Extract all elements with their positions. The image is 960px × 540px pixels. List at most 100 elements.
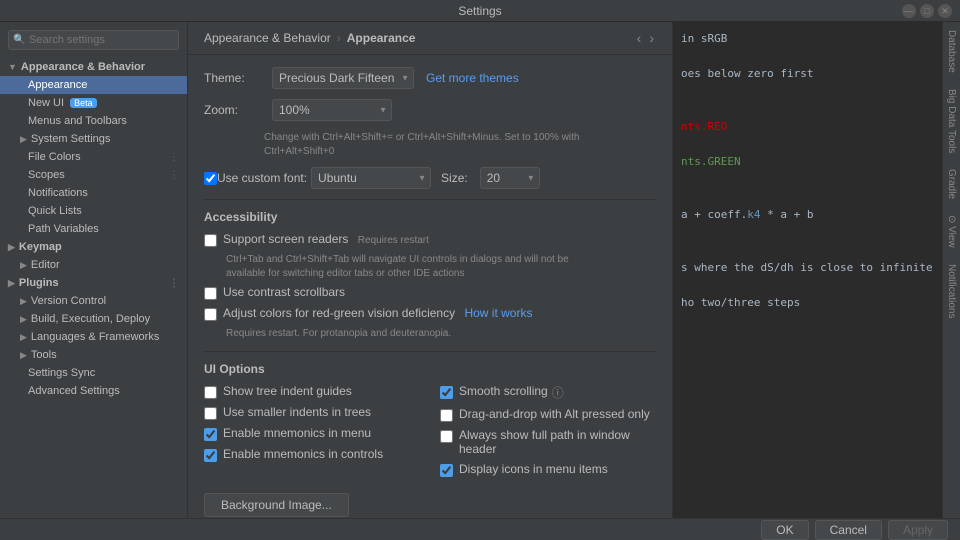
file-colors-icon: ⋮ [169, 152, 179, 163]
nav-section-editor[interactable]: ▶ Editor [0, 256, 187, 274]
settings-nav: 🔍 ▼ Appearance & Behavior Appearance New… [0, 22, 188, 518]
nav-section-languages[interactable]: ▶ Languages & Frameworks [0, 328, 187, 346]
nav-section-label: Appearance & Behavior [21, 61, 145, 73]
colorblind-row: Adjust colors for red-green vision defic… [204, 306, 656, 321]
tool-big-data[interactable]: Big Data Tools [944, 81, 959, 161]
smaller-indents-checkbox[interactable] [204, 407, 217, 420]
scopes-icon: ⋮ [169, 170, 179, 181]
theme-select-wrapper[interactable]: Precious Dark Fifteen [272, 67, 414, 89]
nav-section-keymap[interactable]: ▶ Keymap [0, 238, 187, 256]
background-image-button[interactable]: Background Image... [204, 493, 349, 517]
mnemonics-menu-checkbox[interactable] [204, 428, 217, 441]
mnemonics-controls-checkbox[interactable] [204, 449, 217, 462]
contrast-scrollbar-checkbox[interactable] [204, 287, 217, 300]
zoom-select[interactable]: 100% [272, 99, 392, 121]
smooth-scrolling-checkbox[interactable] [440, 386, 453, 399]
tool-gradle[interactable]: Gradle [944, 161, 959, 207]
search-icon: 🔍 [13, 35, 25, 46]
settings-content: Appearance & Behavior › Appearance ‹ › T… [188, 22, 672, 518]
nav-section-label: Version Control [31, 295, 106, 307]
settings-dialog: 🔍 ▼ Appearance & Behavior Appearance New… [0, 22, 960, 518]
chevron-down-icon: ▼ [8, 62, 17, 72]
nav-section-plugins[interactable]: ▶ Plugins ⋮ [0, 274, 187, 292]
title-bar-controls[interactable]: — □ ✕ [902, 4, 952, 18]
mnemonics-menu-label: Enable mnemonics in menu [223, 426, 371, 440]
mnemonics-controls-label: Enable mnemonics in controls [223, 447, 383, 461]
nav-item-label: Scopes [28, 169, 65, 181]
tool-notifications[interactable]: Notifications [944, 256, 959, 326]
colorblind-checkbox[interactable] [204, 308, 217, 321]
search-input[interactable] [8, 30, 179, 50]
nav-section-label: Editor [31, 259, 60, 271]
colorblind-desc: Requires restart. For protanopia and deu… [226, 327, 656, 341]
chevron-right-icon: ▶ [20, 350, 27, 361]
main-container: 🔍 ▼ Appearance & Behavior Appearance New… [0, 22, 960, 518]
right-tools: Database Big Data Tools Gradle ⊙ View No… [942, 22, 960, 518]
how-it-works-link[interactable]: How it works [464, 306, 532, 320]
code-content: in sRGB oes below zero first nts.RED nts… [673, 22, 942, 320]
zoom-label: Zoom: [204, 103, 264, 117]
get-more-themes-link[interactable]: Get more themes [426, 71, 519, 85]
nav-item-new-ui[interactable]: New UI Beta [0, 94, 187, 112]
zoom-select-wrapper[interactable]: 100% [272, 99, 392, 121]
font-size-select[interactable]: 20 [480, 167, 540, 189]
display-icons-checkbox[interactable] [440, 464, 453, 477]
custom-font-checkbox[interactable] [204, 172, 217, 185]
theme-row: Theme: Precious Dark Fifteen Get more th… [204, 67, 656, 89]
nav-section-version-control[interactable]: ▶ Version Control [0, 292, 187, 310]
breadcrumb-current: Appearance [347, 31, 416, 45]
font-select-wrapper[interactable]: Ubuntu [311, 167, 431, 189]
nav-item-menus-toolbars[interactable]: Menus and Toolbars [0, 112, 187, 130]
theme-select[interactable]: Precious Dark Fifteen [272, 67, 414, 89]
divider-1 [204, 199, 656, 200]
nav-item-scopes[interactable]: Scopes ⋮ [0, 166, 187, 184]
contrast-scrollbar-row: Use contrast scrollbars [204, 285, 656, 300]
tree-indent-row: Show tree indent guides [204, 384, 420, 399]
full-path-checkbox[interactable] [440, 430, 453, 443]
nav-item-notifications[interactable]: Notifications [0, 184, 187, 202]
screen-reader-checkbox[interactable] [204, 234, 217, 247]
nav-item-quick-lists[interactable]: Quick Lists [0, 202, 187, 220]
ok-button[interactable]: OK [761, 520, 808, 540]
code-line: nts.GREEN [681, 153, 934, 171]
smaller-indents-row: Use smaller indents in trees [204, 405, 420, 420]
font-select[interactable]: Ubuntu [311, 167, 431, 189]
nav-item-advanced-settings[interactable]: Advanced Settings [0, 382, 187, 400]
chevron-right-icon: ▶ [20, 134, 27, 145]
nav-section-label: Tools [31, 349, 57, 361]
apply-button[interactable]: Apply [888, 520, 948, 540]
nav-item-label: System Settings [31, 133, 110, 145]
info-icon[interactable]: ⓘ [552, 384, 564, 401]
nav-item-label: File Colors [28, 151, 81, 163]
chevron-right-icon: ▶ [8, 242, 15, 253]
size-label: Size: [441, 171, 468, 185]
minimize-button[interactable]: — [902, 4, 916, 18]
smooth-scrolling-label: Smooth scrolling [459, 384, 548, 398]
maximize-button[interactable]: □ [920, 4, 934, 18]
zoom-row: Zoom: 100% [204, 99, 656, 121]
search-box[interactable]: 🔍 [8, 30, 179, 50]
cancel-button[interactable]: Cancel [815, 520, 882, 540]
close-button[interactable]: ✕ [938, 4, 952, 18]
tool-review[interactable]: ⊙ View [944, 207, 959, 256]
nav-item-system-settings[interactable]: ▶ System Settings [0, 130, 187, 148]
nav-section-appearance-behavior[interactable]: ▼ Appearance & Behavior [0, 58, 187, 76]
nav-item-path-variables[interactable]: Path Variables [0, 220, 187, 238]
nav-item-file-colors[interactable]: File Colors ⋮ [0, 148, 187, 166]
ui-options-grid: Show tree indent guides Use smaller inde… [204, 384, 656, 483]
nav-arrows: ‹ › [635, 30, 656, 46]
nav-item-label: New UI [28, 97, 64, 109]
nav-section-label: Plugins [19, 277, 59, 289]
nav-forward-button[interactable]: › [647, 30, 656, 46]
nav-item-appearance[interactable]: Appearance [0, 76, 187, 94]
drag-drop-alt-checkbox[interactable] [440, 409, 453, 422]
tree-indent-checkbox[interactable] [204, 386, 217, 399]
nav-section-tools[interactable]: ▶ Tools [0, 346, 187, 364]
nav-back-button[interactable]: ‹ [635, 30, 644, 46]
colorblind-label: Adjust colors for red-green vision defic… [223, 306, 455, 320]
code-line: in sRGB [681, 30, 934, 48]
nav-item-settings-sync[interactable]: Settings Sync [0, 364, 187, 382]
tool-database[interactable]: Database [944, 22, 959, 81]
font-size-select-wrapper[interactable]: 20 [480, 167, 540, 189]
nav-section-build[interactable]: ▶ Build, Execution, Deploy [0, 310, 187, 328]
